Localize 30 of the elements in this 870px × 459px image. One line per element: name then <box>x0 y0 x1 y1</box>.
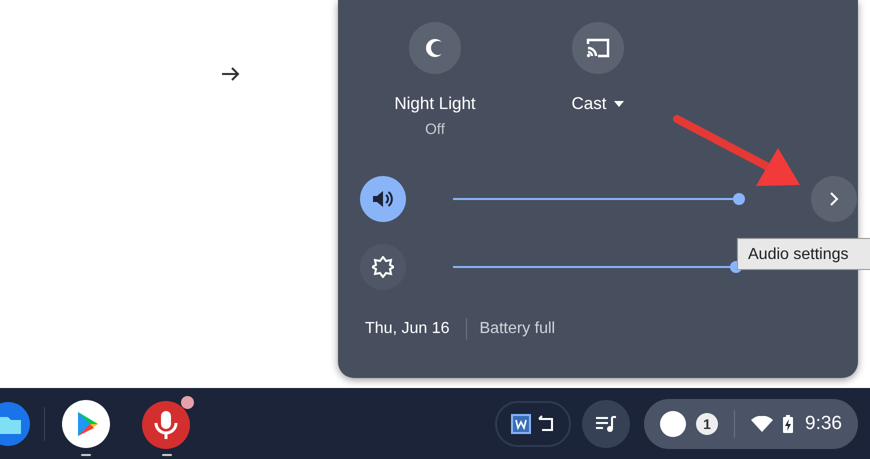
microphone-app-icon[interactable] <box>142 398 192 448</box>
wifi-icon <box>751 416 774 432</box>
playlist-music-icon <box>595 414 618 432</box>
date-label[interactable]: Thu, Jun 16 <box>360 320 450 338</box>
folder-app-icon[interactable] <box>0 402 30 446</box>
night-light-button[interactable] <box>409 22 461 74</box>
moon-icon <box>424 37 446 59</box>
brightness-button[interactable] <box>360 244 406 290</box>
battery-charging-icon <box>783 414 794 432</box>
tote-pod[interactable] <box>495 400 572 446</box>
clock-time: 9:36 <box>805 412 842 434</box>
volume-button[interactable] <box>360 176 406 222</box>
speaker-icon <box>372 189 394 209</box>
cast-button[interactable] <box>572 22 624 74</box>
tile-label: Night Light <box>394 94 476 114</box>
notification-count: 1 <box>696 412 718 434</box>
chevron-right-icon <box>829 192 839 206</box>
cast-icon <box>585 37 611 59</box>
return-arrow-icon <box>537 414 556 432</box>
document-icon <box>511 414 532 434</box>
brightness-icon <box>372 256 394 278</box>
arrow-right-icon <box>221 66 241 82</box>
status-area-button[interactable]: 1 9:36 <box>644 398 858 448</box>
tile-status: Off <box>425 121 445 138</box>
play-store-icon[interactable] <box>62 400 110 448</box>
dropdown-caret-icon[interactable] <box>614 101 624 107</box>
avatar-icon <box>660 410 686 436</box>
tooltip: Audio settings <box>737 238 870 270</box>
tile-label: Cast <box>572 94 606 114</box>
battery-status: Battery full <box>480 320 556 338</box>
